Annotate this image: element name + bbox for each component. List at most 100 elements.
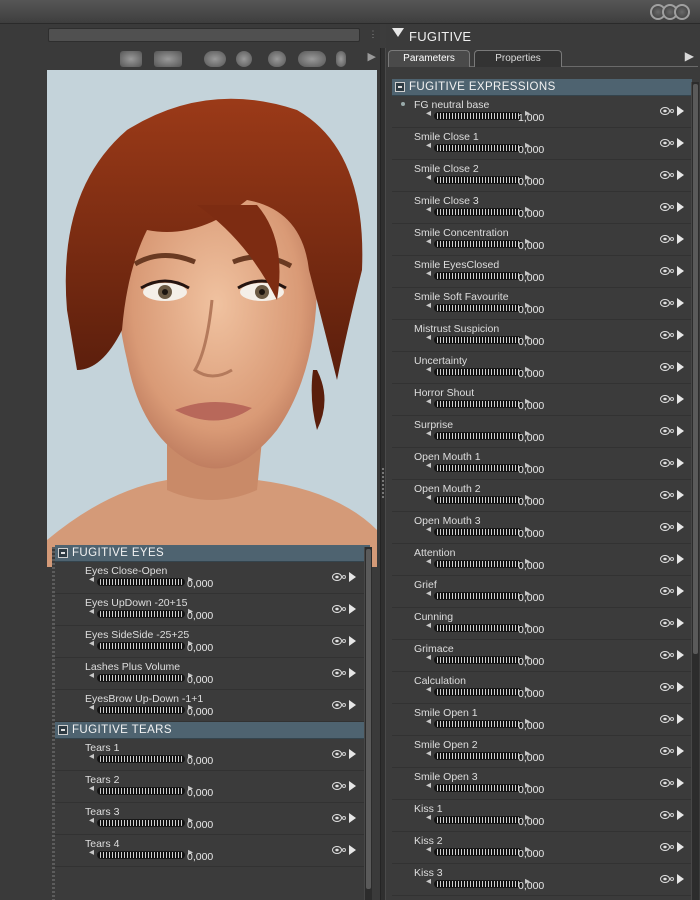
eye-icon[interactable] xyxy=(660,299,670,307)
play-icon[interactable] xyxy=(677,490,684,500)
param-value[interactable]: 0,000 xyxy=(518,144,544,156)
eye-icon[interactable] xyxy=(332,814,342,822)
param-menu[interactable] xyxy=(332,781,356,793)
move-icon[interactable] xyxy=(298,51,326,67)
param-menu[interactable] xyxy=(332,604,356,616)
param-menu[interactable] xyxy=(660,362,684,374)
play-icon[interactable] xyxy=(677,586,684,596)
param-dial[interactable] xyxy=(426,620,530,632)
play-icon[interactable] xyxy=(677,138,684,148)
play-icon[interactable] xyxy=(349,813,356,823)
rotate-icon[interactable] xyxy=(268,51,286,67)
eye-icon[interactable] xyxy=(660,619,670,627)
play-icon[interactable] xyxy=(677,106,684,116)
param-dial[interactable] xyxy=(89,670,193,682)
param-value[interactable]: 0,000 xyxy=(187,819,213,831)
play-icon[interactable] xyxy=(677,650,684,660)
eye-icon[interactable] xyxy=(660,491,670,499)
param-menu[interactable] xyxy=(660,618,684,630)
param-value[interactable]: 0,000 xyxy=(187,578,213,590)
param-menu[interactable] xyxy=(660,266,684,278)
param-menu[interactable] xyxy=(332,749,356,761)
param-menu[interactable] xyxy=(660,426,684,438)
param-value[interactable]: 0,000 xyxy=(187,642,213,654)
play-icon[interactable] xyxy=(677,554,684,564)
panel-header[interactable]: FUGITIVE xyxy=(386,24,700,50)
param-value[interactable]: 0,000 xyxy=(518,176,544,188)
eye-icon[interactable] xyxy=(332,669,342,677)
eye-icon[interactable] xyxy=(660,715,670,723)
right-panel-scrollbar[interactable] xyxy=(691,82,699,900)
collapse-minus-icon[interactable] xyxy=(58,725,68,735)
param-value[interactable]: 1,000 xyxy=(518,112,544,124)
sphere-icon[interactable] xyxy=(236,51,252,67)
eye-icon[interactable] xyxy=(660,587,670,595)
eye-icon[interactable] xyxy=(660,651,670,659)
param-dial[interactable] xyxy=(426,812,530,824)
param-value[interactable]: 0,000 xyxy=(518,240,544,252)
param-dial[interactable] xyxy=(426,876,530,888)
param-dial[interactable] xyxy=(89,751,193,763)
play-icon[interactable] xyxy=(677,170,684,180)
render-icon[interactable] xyxy=(204,51,226,67)
param-value[interactable]: 0,000 xyxy=(518,208,544,220)
param-dial[interactable] xyxy=(426,492,530,504)
collapse-minus-icon[interactable] xyxy=(58,548,68,558)
eye-icon[interactable] xyxy=(332,750,342,758)
param-dial[interactable] xyxy=(89,606,193,618)
param-value[interactable]: 0,000 xyxy=(518,432,544,444)
tab-properties[interactable]: Properties xyxy=(474,50,562,67)
param-dial[interactable] xyxy=(426,844,530,856)
param-dial[interactable] xyxy=(426,108,530,120)
param-dial[interactable] xyxy=(89,702,193,714)
eye-icon[interactable] xyxy=(660,203,670,211)
eye-icon[interactable] xyxy=(660,747,670,755)
param-menu[interactable] xyxy=(332,668,356,680)
play-icon[interactable] xyxy=(677,778,684,788)
play-icon[interactable] xyxy=(677,362,684,372)
play-icon[interactable] xyxy=(677,522,684,532)
param-menu[interactable] xyxy=(660,554,684,566)
play-icon[interactable] xyxy=(677,682,684,692)
eye-icon[interactable] xyxy=(660,555,670,563)
eye-icon[interactable] xyxy=(660,779,670,787)
play-icon[interactable] xyxy=(677,330,684,340)
play-icon[interactable] xyxy=(349,572,356,582)
eye-icon[interactable] xyxy=(660,363,670,371)
eye-icon[interactable] xyxy=(332,573,342,581)
camera-icon[interactable] xyxy=(120,51,142,67)
param-value[interactable]: 0,000 xyxy=(518,496,544,508)
param-dial[interactable] xyxy=(426,588,530,600)
param-dial[interactable] xyxy=(426,716,530,728)
collapse-triangle-icon[interactable] xyxy=(392,28,404,37)
param-dial[interactable] xyxy=(89,638,193,650)
param-value[interactable]: 0,000 xyxy=(187,706,213,718)
param-value[interactable]: 0,000 xyxy=(518,848,544,860)
param-dial[interactable] xyxy=(426,268,530,280)
group-header-eyes[interactable]: FUGITIVE EYES xyxy=(55,545,370,562)
param-value[interactable]: 0,000 xyxy=(518,336,544,348)
param-value[interactable]: 0,000 xyxy=(518,368,544,380)
param-menu[interactable] xyxy=(332,572,356,584)
play-icon[interactable] xyxy=(349,749,356,759)
param-value[interactable]: 0,000 xyxy=(518,656,544,668)
param-dial[interactable] xyxy=(426,204,530,216)
param-menu[interactable] xyxy=(660,810,684,822)
param-menu[interactable] xyxy=(660,298,684,310)
toolbar-more-icon[interactable]: ▶ xyxy=(368,50,376,63)
play-icon[interactable] xyxy=(677,746,684,756)
eye-icon[interactable] xyxy=(332,637,342,645)
param-value[interactable]: 0,000 xyxy=(518,688,544,700)
param-value[interactable]: 0,000 xyxy=(187,674,213,686)
param-dial[interactable] xyxy=(426,524,530,536)
eye-icon[interactable] xyxy=(660,683,670,691)
param-dial[interactable] xyxy=(89,847,193,859)
eye-icon[interactable] xyxy=(660,235,670,243)
eye-icon[interactable] xyxy=(660,459,670,467)
param-value[interactable]: 0,000 xyxy=(518,560,544,572)
param-dial[interactable] xyxy=(89,574,193,586)
param-dial[interactable] xyxy=(89,815,193,827)
param-menu[interactable] xyxy=(660,522,684,534)
render-viewport[interactable] xyxy=(47,70,377,567)
collapse-minus-icon[interactable] xyxy=(395,82,405,92)
